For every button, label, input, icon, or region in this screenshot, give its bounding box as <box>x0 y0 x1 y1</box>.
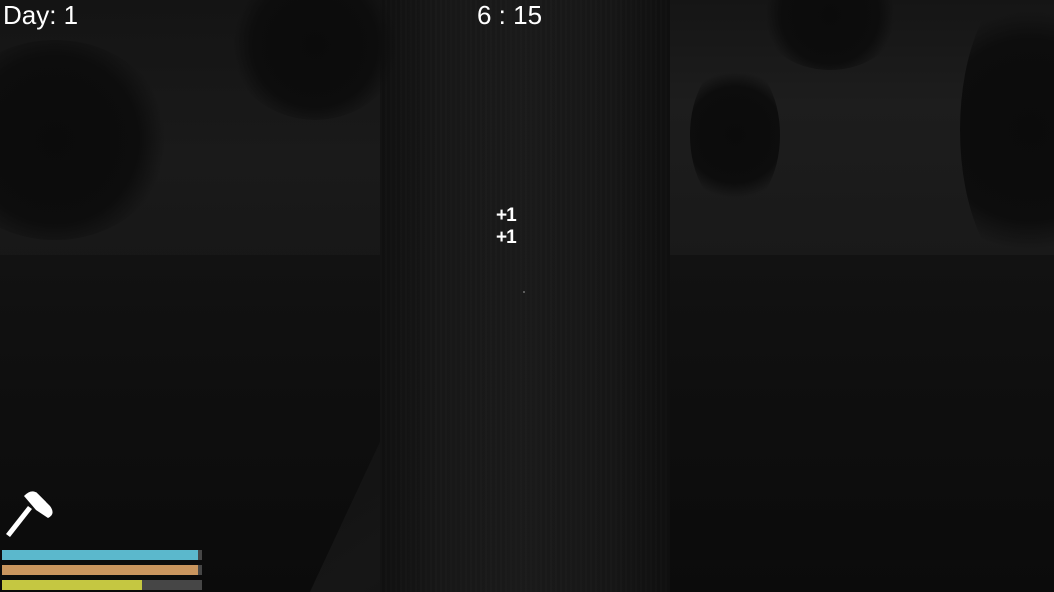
game-viewport[interactable]: Day: 1 6 : 15 +1 +1 <box>0 0 1054 592</box>
resource-gain-popup: +1 <box>496 227 517 248</box>
day-counter: Day: 1 <box>3 0 79 30</box>
hunger-bar <box>2 565 202 575</box>
resource-gain-popup: +1 <box>496 205 517 226</box>
palm-foliage <box>690 60 780 210</box>
hunger-bar-fill <box>2 565 198 575</box>
health-bar-fill <box>2 550 198 560</box>
crosshair <box>523 291 525 293</box>
tree-trunk <box>380 0 670 592</box>
axe-icon <box>2 488 54 538</box>
stamina-bar <box>2 580 202 590</box>
health-bar <box>2 550 202 560</box>
time-of-day-clock: 6 : 15 <box>477 0 543 30</box>
stamina-bar-fill <box>2 580 142 590</box>
